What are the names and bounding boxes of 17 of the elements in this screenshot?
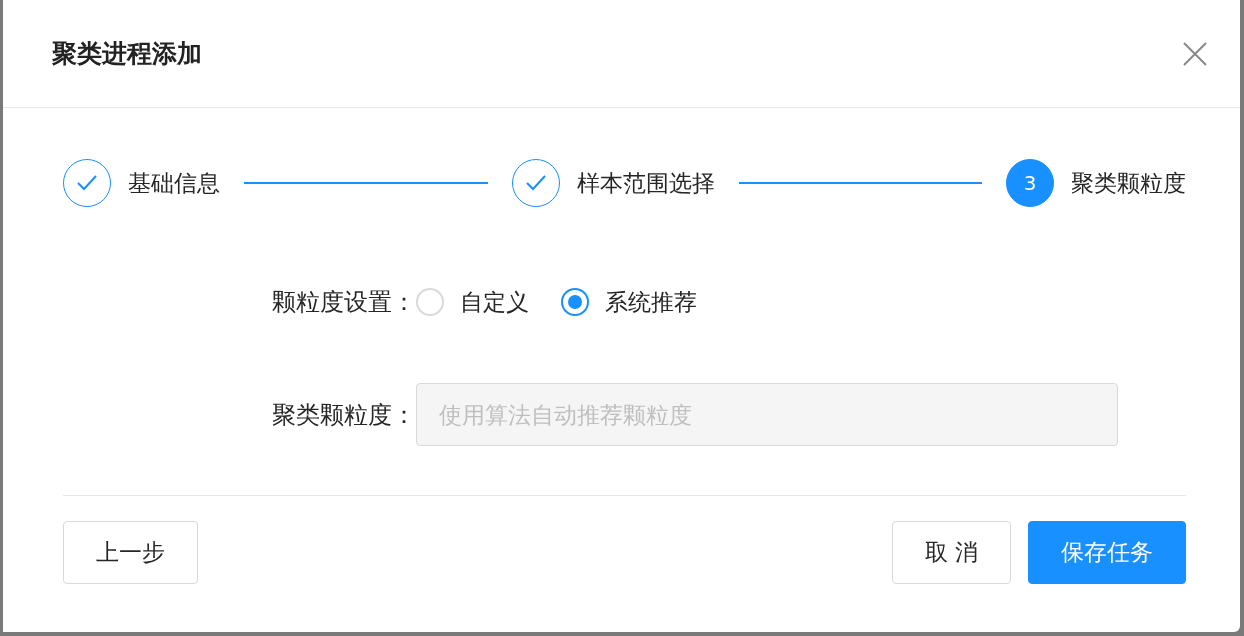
footer-button[interactable]: 取 消 [891, 521, 1011, 584]
check-icon [76, 174, 98, 192]
dialog-title: 聚类进程添加 [52, 38, 202, 70]
field-label: 聚类颗粒度： [271, 399, 416, 431]
radio-label: 自定义 [460, 287, 529, 317]
radio-option[interactable]: 系统推荐 [561, 286, 697, 318]
footer-button[interactable]: 上一步 [63, 521, 198, 584]
step-label: 聚类颗粒度 [1071, 168, 1186, 198]
step-label: 基础信息 [128, 168, 220, 198]
radio-option[interactable]: 自定义 [416, 286, 529, 318]
field-label: 颗粒度设置： [271, 287, 416, 318]
step-number: 3 [1006, 159, 1054, 207]
radio-button[interactable] [561, 288, 589, 316]
radio-label: 系统推荐 [605, 287, 697, 317]
step-label: 样本范围选择 [576, 168, 715, 198]
close-icon [1183, 41, 1207, 66]
check-icon [524, 174, 547, 192]
